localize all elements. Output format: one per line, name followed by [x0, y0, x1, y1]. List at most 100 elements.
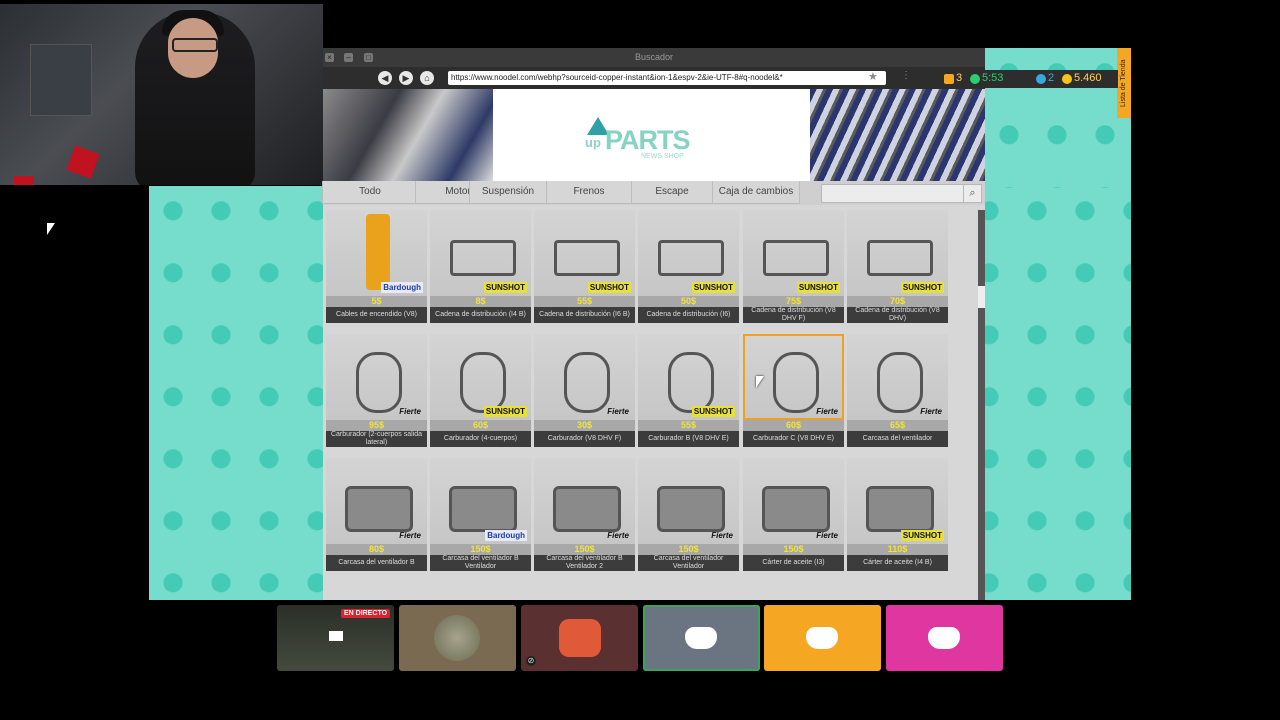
- product-name: Carcasa del ventilador B: [326, 555, 427, 571]
- back-icon[interactable]: ◀: [378, 71, 392, 85]
- product-image[interactable]: Fierte: [534, 334, 635, 420]
- tab-suspension[interactable]: Suspensión: [469, 181, 547, 204]
- menu-dots-icon[interactable]: ⋮: [901, 70, 911, 81]
- navigation-bar: ◀ ▶ ⌂ https://www.noodel.com/webhp?sourc…: [323, 67, 985, 89]
- part-icon: [450, 240, 516, 276]
- desktop-wallpaper-top: [985, 48, 1131, 188]
- product-name: Cadena de distribución (V8 DHV F): [743, 307, 844, 323]
- site-logo[interactable]: up PARTS NEWS SHOP: [585, 117, 705, 167]
- screen-share-icon: [329, 631, 343, 641]
- product-price: 80$: [326, 544, 427, 555]
- product-image[interactable]: SUNSHOT: [430, 334, 531, 420]
- home-icon[interactable]: ⌂: [420, 71, 434, 85]
- discord-icon: [928, 627, 960, 649]
- hud-counter-a: 3: [956, 72, 963, 84]
- product-name: Cadena de distribución (I4 B): [430, 307, 531, 323]
- part-icon: [554, 240, 620, 276]
- product-price: 50$: [638, 296, 739, 307]
- product-name: Carburador (2-cuerpos salida lateral): [326, 431, 427, 447]
- rank-icon: [1036, 74, 1046, 84]
- user-avatar: [434, 615, 480, 661]
- discord-tile-pink[interactable]: [886, 605, 1003, 671]
- product-image[interactable]: Fierte: [326, 458, 427, 544]
- product-image[interactable]: SUNSHOT: [638, 334, 739, 420]
- brand-logo: SUNSHOT: [483, 406, 527, 417]
- site-banner: up PARTS NEWS SHOP: [323, 89, 985, 181]
- part-icon: [366, 214, 390, 290]
- product-price: 150$: [743, 544, 844, 555]
- part-icon: [762, 486, 830, 532]
- webcam-overlay: [0, 4, 323, 185]
- tab-frenos[interactable]: Frenos: [546, 181, 632, 204]
- part-icon: [773, 352, 819, 413]
- product-image[interactable]: Fierte: [534, 458, 635, 544]
- tab-escape[interactable]: Escape: [631, 181, 713, 204]
- discord-tile-orange[interactable]: [764, 605, 881, 671]
- product-name: Carburador (4-cuerpos): [430, 431, 531, 447]
- mouse-cursor-in-game: [756, 376, 768, 392]
- part-icon: [564, 352, 610, 413]
- product-name: Carburador (V8 DHV F): [534, 431, 635, 447]
- scrollbar-thumb[interactable]: [978, 286, 985, 308]
- brand-logo: Fierte: [711, 531, 733, 540]
- scrollbar[interactable]: [978, 210, 985, 600]
- product-name: Carcasa del ventilador Ventilador: [638, 555, 739, 571]
- tab-todo[interactable]: Todo: [322, 181, 418, 204]
- product-image[interactable]: SUNSHOT: [743, 210, 844, 296]
- part-icon: [356, 352, 402, 413]
- product-name: Carcasa del ventilador: [847, 431, 948, 447]
- product-image[interactable]: SUNSHOT: [638, 210, 739, 296]
- brand-logo: SUNSHOT: [796, 282, 840, 293]
- product-image[interactable]: SUNSHOT: [847, 458, 948, 544]
- product-name: Cárter de aceite (I4 B): [847, 555, 948, 571]
- product-image[interactable]: Fierte: [326, 334, 427, 420]
- tab-caja-de-cambios[interactable]: Caja de cambios: [712, 181, 800, 204]
- discord-icon: [806, 627, 838, 649]
- product-image[interactable]: Bardough: [430, 458, 531, 544]
- product-name: Cárter de aceite (I3): [743, 555, 844, 571]
- product-price: 95$: [326, 420, 427, 431]
- title-bar: × – □ Buscador: [323, 48, 985, 67]
- stream-tile-game[interactable]: EN DIRECTO: [277, 605, 394, 671]
- brand-logo: SUNSHOT: [587, 282, 631, 293]
- product-image[interactable]: SUNSHOT: [430, 210, 531, 296]
- product-image[interactable]: Bardough: [326, 210, 427, 296]
- product-price: 110$: [847, 544, 948, 555]
- brand-logo: Fierte: [399, 531, 421, 540]
- user-avatar-red: [559, 619, 601, 657]
- brand-logo: Fierte: [399, 407, 421, 416]
- product-image[interactable]: SUNSHOT: [534, 210, 635, 296]
- product-price: 8$: [430, 296, 531, 307]
- hud-counter-c: 2: [1048, 72, 1055, 84]
- stream-tile-avatar[interactable]: [399, 605, 516, 671]
- clock-icon: [970, 74, 980, 84]
- part-icon: [658, 240, 724, 276]
- product-image[interactable]: SUNSHOT: [847, 210, 948, 296]
- brand-logo: Fierte: [607, 531, 629, 540]
- product-name: Cadena de distribución (I6): [638, 307, 739, 323]
- product-grid: Bardough 5$ Cables de encendido (V8) SUNSHO…: [323, 210, 985, 600]
- brand-logo: Bardough: [485, 530, 527, 541]
- search-input[interactable]: [821, 184, 965, 203]
- brand-logo: Fierte: [816, 407, 838, 416]
- bookmark-star-icon[interactable]: ★: [868, 70, 878, 83]
- discord-tile-gray[interactable]: [643, 605, 760, 671]
- product-price: 60$: [743, 420, 844, 431]
- product-price: 150$: [534, 544, 635, 555]
- stream-tile-muted[interactable]: ⊘: [521, 605, 638, 671]
- jacket-logo: [66, 145, 100, 179]
- search-icon[interactable]: ⌕: [963, 184, 982, 203]
- product-price: 150$: [430, 544, 531, 555]
- shop-list-tab[interactable]: Lista de Tienda: [1117, 48, 1131, 118]
- window-title: Buscador: [634, 52, 674, 62]
- category-tabs: Todo Motor Suspensión Frenos Escape Caja…: [322, 181, 985, 205]
- product-name: Carcasa del ventilador B Ventilador: [430, 555, 531, 571]
- product-name: Cables de encendido (V8): [326, 307, 427, 323]
- url-bar[interactable]: https://www.noodel.com/webhp?sourceid-co…: [448, 71, 886, 85]
- brand-logo: SUNSHOT: [900, 530, 944, 541]
- product-image[interactable]: Fierte: [743, 458, 844, 544]
- product-image[interactable]: Fierte: [638, 458, 739, 544]
- forward-icon[interactable]: ▶: [399, 71, 413, 85]
- product-image[interactable]: Fierte: [847, 334, 948, 420]
- part-icon: [866, 486, 934, 532]
